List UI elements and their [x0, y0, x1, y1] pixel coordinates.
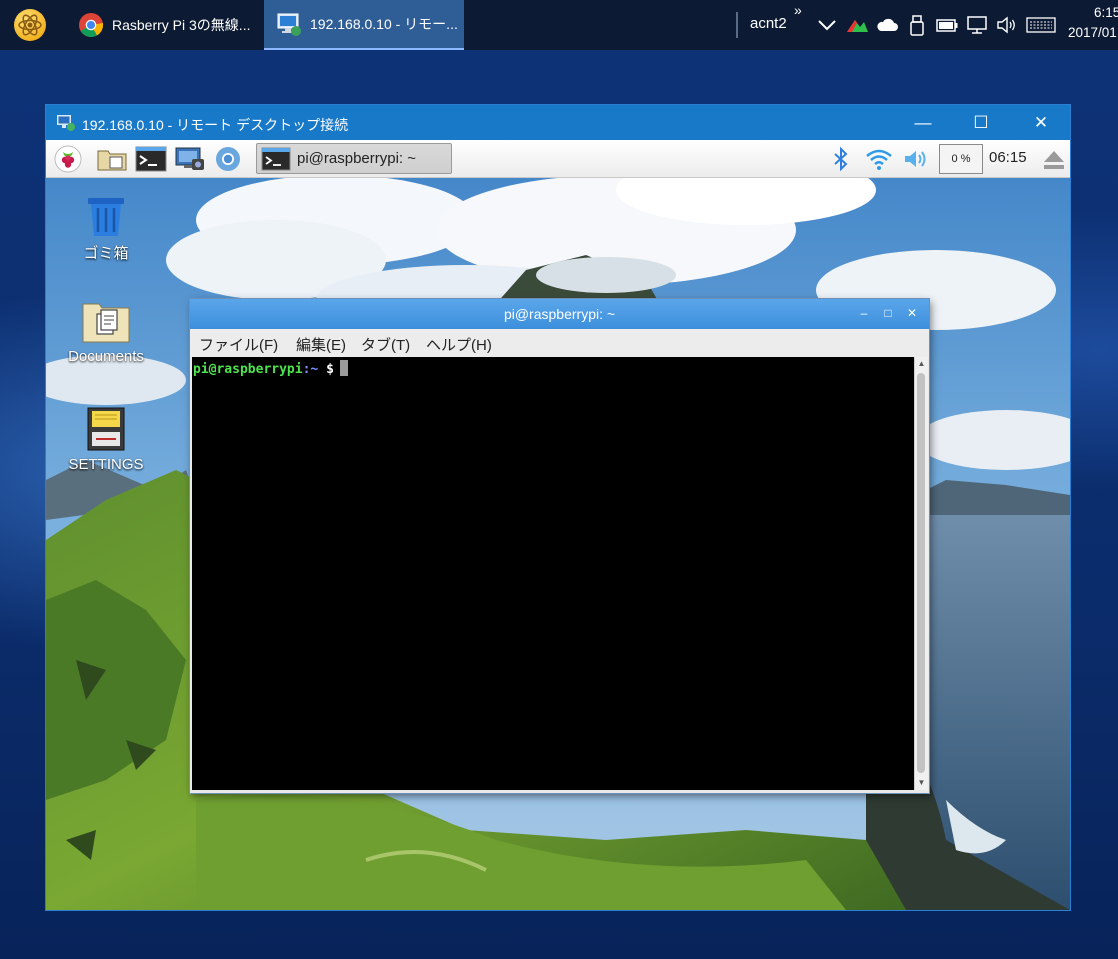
volume-icon[interactable]	[994, 12, 1020, 38]
scrollbar-thumb[interactable]	[917, 373, 925, 773]
scroll-down-arrow[interactable]: ▼	[915, 776, 928, 790]
clock-time: 6:15	[1094, 5, 1118, 20]
tray-separator	[736, 12, 738, 38]
desktop-icon-settings[interactable]: SETTINGS	[51, 406, 161, 473]
tray-user-label[interactable]: acnt2	[750, 15, 787, 32]
lx-clock[interactable]: 06:15	[989, 149, 1027, 166]
terminal-close-button[interactable]: ✕	[904, 305, 920, 321]
cpu-usage-monitor[interactable]: 0 %	[939, 144, 983, 174]
monitor-icon[interactable]	[964, 12, 990, 38]
terminal-icon	[261, 147, 291, 170]
desktop-icon-trash[interactable]: ゴミ箱	[51, 194, 161, 263]
taskbar-button-label: Rasberry Pi 3の無線...	[112, 17, 251, 33]
eject-icon[interactable]	[1040, 145, 1068, 173]
prompt-user-host: pi@raspberrypi	[193, 362, 303, 377]
close-button[interactable]: ✕	[1012, 105, 1070, 140]
terminal-window: pi@raspberrypi: ~ – □ ✕ ファイル(F) 編集(E) タブ…	[190, 299, 929, 793]
raspberry-menu-icon[interactable]	[54, 145, 82, 173]
trash-icon	[88, 198, 124, 236]
cloud-icon[interactable]	[874, 12, 900, 38]
prompt-symbol: $	[326, 362, 334, 377]
taskbar-button-chrome[interactable]: Rasberry Pi 3の無線...	[66, 0, 262, 50]
launcher-button[interactable]	[14, 9, 46, 41]
desktop-icon-label: Documents	[68, 348, 144, 365]
chevron-down-icon[interactable]	[814, 12, 840, 38]
taskbar-clock[interactable]: 6:15 2017/01	[1068, 3, 1118, 43]
desktop-icon-label: ゴミ箱	[83, 245, 129, 262]
taskbar-button-remote-desktop[interactable]: 192.168.0.10 - リモー...	[264, 0, 464, 50]
taskbar-button-label: 192.168.0.10 - リモー...	[310, 16, 458, 32]
shell-prompt: pi@raspberrypi:~ $	[193, 360, 348, 377]
chromium-browser-icon[interactable]	[214, 145, 242, 173]
text-cursor	[339, 360, 348, 376]
terminal-output[interactable]: pi@raspberrypi:~ $	[192, 357, 914, 790]
menu-file[interactable]: ファイル(F)	[199, 334, 278, 355]
remote-desktop-area: pi@raspberrypi: ~ 0 % 06:15 ゴミ箱 Document…	[46, 140, 1070, 910]
documents-folder-icon	[82, 303, 130, 343]
scroll-up-arrow[interactable]: ▲	[915, 357, 928, 371]
desktop-icon-documents[interactable]: Documents	[51, 300, 161, 365]
terminal-scrollbar[interactable]: ▲ ▼	[914, 357, 928, 790]
network-activity-icon[interactable]	[844, 12, 870, 38]
lx-task-label: pi@raspberrypi: ~	[297, 150, 417, 167]
usb-drive-icon[interactable]	[904, 12, 930, 38]
chrome-icon	[79, 13, 104, 38]
remote-desktop-window: 192.168.0.10 - リモート デスクトップ接続 — ☐ ✕ pi@ra…	[45, 104, 1071, 911]
keyboard-icon[interactable]	[1026, 12, 1056, 38]
wifi-icon[interactable]	[864, 145, 894, 173]
menu-tabs[interactable]: タブ(T)	[361, 334, 410, 355]
terminal-titlebar[interactable]: pi@raspberrypi: ~ – □ ✕	[190, 299, 929, 329]
host-taskbar: Rasberry Pi 3の無線... 192.168.0.10 - リモー..…	[0, 0, 1118, 50]
minimize-button[interactable]: —	[894, 105, 952, 140]
screenshot-tool-icon[interactable]	[174, 145, 206, 173]
remote-desktop-icon	[277, 13, 301, 36]
terminal-title: pi@raspberrypi: ~	[503, 306, 616, 322]
maximize-button[interactable]: ☐	[952, 105, 1010, 140]
sd-card-settings-icon	[87, 407, 125, 451]
remote-desktop-titlebar[interactable]: 192.168.0.10 - リモート デスクトップ接続 — ☐ ✕	[46, 105, 1070, 140]
lx-taskbar-button-terminal[interactable]: pi@raspberrypi: ~	[256, 143, 452, 174]
terminal-minimize-button[interactable]: –	[856, 305, 872, 321]
volume-icon[interactable]	[902, 145, 932, 173]
menu-help[interactable]: ヘルプ(H)	[426, 334, 492, 355]
file-manager-icon[interactable]	[96, 145, 128, 173]
terminal-menubar: ファイル(F) 編集(E) タブ(T) ヘルプ(H)	[190, 329, 929, 357]
prompt-path: :~	[302, 362, 319, 377]
terminal-maximize-button[interactable]: □	[880, 305, 896, 321]
clock-date: 2017/01	[1068, 25, 1117, 40]
bluetooth-icon[interactable]	[830, 145, 852, 173]
menu-edit[interactable]: 編集(E)	[296, 334, 346, 355]
raspberry-pi-panel: pi@raspberrypi: ~ 0 % 06:15	[46, 140, 1070, 178]
remote-desktop-icon	[57, 115, 75, 131]
terminal-launcher-icon[interactable]	[135, 145, 167, 173]
battery-icon[interactable]	[934, 12, 960, 38]
tray-overflow-button[interactable]: »	[794, 2, 802, 18]
window-title: 192.168.0.10 - リモート デスクトップ接続	[82, 117, 349, 133]
desktop-icon-label: SETTINGS	[68, 456, 144, 473]
atom-icon	[18, 14, 42, 36]
